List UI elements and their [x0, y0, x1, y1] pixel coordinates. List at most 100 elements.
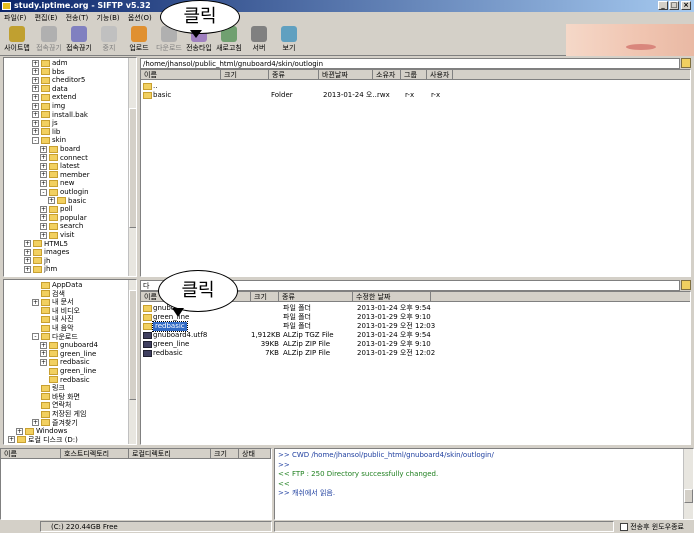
- view-icon: [281, 26, 297, 42]
- tree-expander[interactable]: +: [32, 59, 39, 67]
- file-row[interactable]: redbasic 파일 폴더 2013-01-29 오전 12:03: [143, 321, 683, 332]
- tree-expander[interactable]: +: [32, 298, 39, 306]
- tree-expander[interactable]: +: [32, 102, 39, 110]
- tree-expander[interactable]: +: [40, 358, 47, 366]
- file-row[interactable]: green_line 39KB ALZip ZIP File 2013-01-29 오…: [143, 340, 683, 349]
- cell-type: ALZip ZIP File: [283, 349, 331, 357]
- log-scrollbar[interactable]: [683, 449, 693, 519]
- file-row[interactable]: redbasic 7KB ALZip ZIP File 2013-01-29 오전 1…: [143, 349, 683, 358]
- remote-tree-scrollbar[interactable]: [128, 58, 136, 276]
- tree-expander[interactable]: -: [40, 188, 47, 196]
- toolbar-button-3[interactable]: 중지: [94, 26, 124, 56]
- local-folder-up-icon[interactable]: [681, 280, 691, 290]
- tree-item-label: jh: [44, 256, 51, 265]
- toolbar-button-2[interactable]: 접속끊기: [64, 26, 94, 56]
- menu-transfer[interactable]: 전송(T): [66, 14, 89, 22]
- folder-icon: [41, 128, 50, 136]
- minimize-button[interactable]: _: [658, 1, 668, 10]
- transfer-queue[interactable]: 이름 호스트디렉토리 로컬디렉토리 크기 상태: [0, 448, 272, 520]
- close-button[interactable]: ×: [681, 1, 691, 10]
- shutdown-checkbox[interactable]: [620, 523, 628, 531]
- tree-expander[interactable]: +: [8, 436, 15, 444]
- column-header[interactable]: 이름: [1, 449, 61, 459]
- column-header[interactable]: 사용자: [427, 70, 453, 80]
- column-header[interactable]: 수정한 날짜: [353, 292, 431, 302]
- column-header[interactable]: 크기: [251, 292, 279, 302]
- cell-type: ALZip TGZ File: [283, 331, 334, 339]
- tree-expander[interactable]: +: [40, 179, 47, 187]
- column-header[interactable]: 종류: [279, 292, 353, 302]
- local-tree-scrollbar[interactable]: [128, 280, 136, 444]
- column-header[interactable]: 호스트디렉토리: [61, 449, 129, 459]
- tree-expander[interactable]: +: [32, 119, 39, 127]
- tree-expander[interactable]: +: [32, 111, 39, 119]
- column-header[interactable]: 상태: [239, 449, 271, 459]
- tree-expander[interactable]: +: [40, 350, 47, 358]
- tree-expander[interactable]: +: [32, 76, 39, 84]
- remote-path-field[interactable]: /home/jhansol/public_html/gnuboard4/skin…: [140, 58, 680, 69]
- menu-function[interactable]: 기능(B): [96, 14, 119, 22]
- tree-expander[interactable]: +: [32, 85, 39, 93]
- file-row[interactable]: basic Folder 2013-01-24 오... rwx r-x r-x: [143, 91, 683, 100]
- tree-expander[interactable]: +: [32, 128, 39, 136]
- tree-expander[interactable]: +: [48, 197, 55, 205]
- log-pane: >> CWD /home/jhansol/public_html/gnuboar…: [274, 448, 694, 520]
- tree-expander[interactable]: +: [40, 162, 47, 170]
- tree-expander[interactable]: +: [32, 93, 39, 101]
- shutdown-checkbox-label: 전송후 윈도우종료: [630, 523, 684, 531]
- column-header[interactable]: 바뀐날짜: [319, 70, 373, 80]
- local-file-list[interactable]: 이름 크기 종류 수정한 날짜 gnuboard4 파일 폴더 2013-01-24 오후 …: [140, 291, 691, 445]
- tree-item-label: 링크: [52, 384, 65, 393]
- tree-expander[interactable]: +: [40, 205, 47, 213]
- tree-expander[interactable]: +: [32, 419, 39, 427]
- toolbar-button-0[interactable]: 사이트맵: [2, 26, 32, 56]
- file-row[interactable]: gnuboard4.utf8 1,912KB ALZip TGZ File 2013-…: [143, 331, 683, 340]
- toolbar-button-4[interactable]: 업로드: [124, 26, 154, 56]
- column-header[interactable]: 그룹: [401, 70, 427, 80]
- tree-expander[interactable]: +: [40, 171, 47, 179]
- local-folder-tree[interactable]: AppData 검색 + 내 문서 내 비디오 내 사진 내 음악 - 다운로드 + gnuboar…: [3, 279, 137, 445]
- remote-folder-up-icon[interactable]: [681, 58, 691, 68]
- tree-expander[interactable]: +: [40, 222, 47, 230]
- tree-expander[interactable]: +: [40, 341, 47, 349]
- column-header[interactable]: 크기: [221, 70, 269, 80]
- folder-icon: [49, 162, 58, 170]
- toolbar-button-1[interactable]: 접속끊기: [34, 26, 64, 56]
- cell-type: 파일 폴더: [283, 313, 311, 321]
- column-header[interactable]: 로컬디렉토리: [129, 449, 211, 459]
- tree-expander[interactable]: +: [24, 257, 31, 265]
- tree-item-label: 내 문서: [52, 298, 74, 307]
- toolbar-button-8[interactable]: 서버: [244, 26, 274, 56]
- tree-expander[interactable]: +: [24, 265, 31, 273]
- remote-folder-tree[interactable]: + adm + bbs + cheditor5 + data + extend + img + insta…: [3, 57, 137, 277]
- file-row[interactable]: ..: [143, 82, 683, 91]
- tree-expander[interactable]: +: [40, 231, 47, 239]
- column-header[interactable]: 크기: [211, 449, 239, 459]
- tree-item[interactable]: + jhm: [24, 265, 57, 274]
- tree-item-label: AppData: [52, 281, 83, 289]
- file-row[interactable]: green_line 파일 폴더 2013-01-29 오후 9:10: [143, 313, 683, 322]
- tree-expander[interactable]: +: [40, 154, 47, 162]
- tree-expander[interactable]: +: [24, 240, 31, 248]
- menu-edit[interactable]: 편집(E): [35, 14, 58, 22]
- tree-expander[interactable]: +: [40, 145, 47, 153]
- banner-photo: [566, 24, 694, 56]
- tree-expander[interactable]: +: [16, 427, 23, 435]
- remote-file-list[interactable]: 이름 크기 종류 바뀐날짜 소유자 그룹 사용자.. basic Folder 2013-01-2…: [140, 69, 691, 277]
- cell-size: 39KB: [260, 340, 279, 348]
- menu-file[interactable]: 파일(F): [4, 14, 26, 22]
- tree-expander[interactable]: +: [24, 248, 31, 256]
- menu-options[interactable]: 옵션(O): [128, 14, 152, 22]
- tree-expander[interactable]: +: [32, 68, 39, 76]
- tree-item[interactable]: + 로컬 디스크 (D:): [8, 436, 78, 444]
- shutdown-option[interactable]: 전송후 윈도우종료: [620, 522, 684, 532]
- column-header[interactable]: 이름: [141, 70, 221, 80]
- status-blank: [274, 521, 614, 532]
- column-header[interactable]: 소유자: [373, 70, 401, 80]
- toolbar-button-9[interactable]: 보기: [274, 26, 304, 56]
- maximize-button[interactable]: □: [669, 1, 679, 10]
- tree-expander[interactable]: +: [40, 214, 47, 222]
- tree-expander[interactable]: -: [32, 333, 39, 341]
- column-header[interactable]: 종류: [269, 70, 319, 80]
- tree-expander[interactable]: -: [32, 136, 39, 144]
